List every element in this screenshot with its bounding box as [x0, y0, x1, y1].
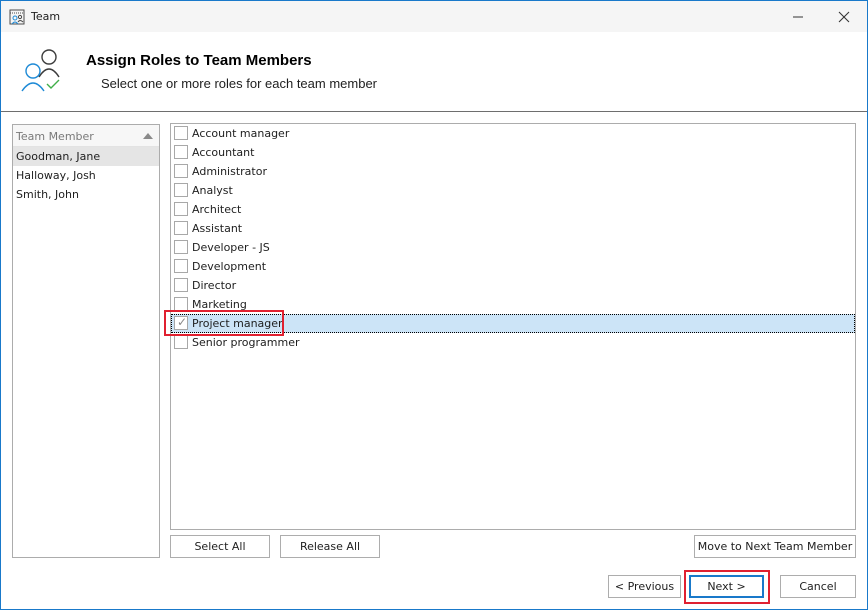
role-label: Analyst [192, 184, 233, 197]
sort-ascending-icon [143, 133, 153, 139]
cancel-button[interactable]: Cancel [780, 575, 856, 598]
role-checkbox[interactable] [174, 183, 188, 197]
role-label: Marketing [192, 298, 247, 311]
role-label: Development [192, 260, 267, 273]
role-label: Developer - JS [192, 241, 270, 254]
team-member-list[interactable]: Team Member Goodman, Jane Halloway, Josh… [12, 124, 160, 558]
close-icon [838, 11, 850, 22]
title-bar: Team [1, 1, 867, 32]
window-title: Team [31, 10, 61, 23]
role-item[interactable]: Developer - JS [171, 238, 855, 257]
next-button[interactable]: Next > [689, 575, 764, 598]
role-label: Architect [192, 203, 242, 216]
wizard-header: Assign Roles to Team Members Select one … [1, 32, 867, 112]
role-label: Senior programmer [192, 336, 300, 349]
minimize-icon [793, 16, 803, 17]
role-label: Assistant [192, 222, 243, 235]
team-member-row[interactable]: Goodman, Jane [13, 147, 159, 166]
role-item[interactable]: Director [171, 276, 855, 295]
team-app-icon [9, 9, 25, 25]
role-checkbox[interactable] [174, 202, 188, 216]
role-checkbox[interactable] [174, 145, 188, 159]
roles-checklist[interactable]: Account manager Accountant Administrator… [170, 123, 856, 530]
role-item[interactable]: Marketing [171, 295, 855, 314]
role-checkbox-checked[interactable]: ✓ [174, 315, 188, 330]
page-subtitle: Select one or more roles for each team m… [101, 76, 378, 91]
role-item[interactable]: Architect [171, 200, 855, 219]
role-label: Administrator [192, 165, 267, 178]
role-item[interactable]: Senior programmer [171, 333, 855, 352]
role-item-focused[interactable]: ✓ Project manager [171, 314, 855, 333]
column-header-label: Team Member [16, 130, 94, 143]
select-all-button[interactable]: Select All [170, 535, 270, 558]
role-label: Accountant [192, 146, 255, 159]
role-label: Project manager [192, 317, 283, 330]
role-label: Account manager [192, 127, 290, 140]
role-item[interactable]: Administrator [171, 162, 855, 181]
move-to-next-member-button[interactable]: Move to Next Team Member [694, 535, 856, 558]
minimize-button[interactable] [775, 1, 821, 32]
previous-button[interactable]: < Previous [608, 575, 681, 598]
role-checkbox[interactable] [174, 240, 188, 254]
role-label: Director [192, 279, 237, 292]
role-item[interactable]: Account manager [171, 124, 855, 143]
role-item[interactable]: Development [171, 257, 855, 276]
release-all-button[interactable]: Release All [280, 535, 380, 558]
team-dialog: Team Assign Roles to Team Members Select… [0, 0, 868, 610]
role-checkbox[interactable] [174, 278, 188, 292]
close-button[interactable] [821, 1, 867, 32]
assign-roles-icon [21, 49, 60, 92]
role-checkbox[interactable] [174, 164, 188, 178]
role-checkbox[interactable] [174, 259, 188, 273]
role-item[interactable]: Analyst [171, 181, 855, 200]
team-member-column-header[interactable]: Team Member [13, 125, 159, 147]
role-checkbox[interactable] [174, 335, 188, 349]
team-member-row[interactable]: Smith, John [13, 185, 159, 204]
page-title: Assign Roles to Team Members [86, 52, 312, 69]
role-item[interactable]: Accountant [171, 143, 855, 162]
role-checkbox[interactable] [174, 126, 188, 140]
checkmark-icon: ✓ [177, 315, 188, 329]
team-member-row[interactable]: Halloway, Josh [13, 166, 159, 185]
role-checkbox[interactable] [174, 297, 188, 311]
role-item[interactable]: Assistant [171, 219, 855, 238]
role-checkbox[interactable] [174, 221, 188, 235]
